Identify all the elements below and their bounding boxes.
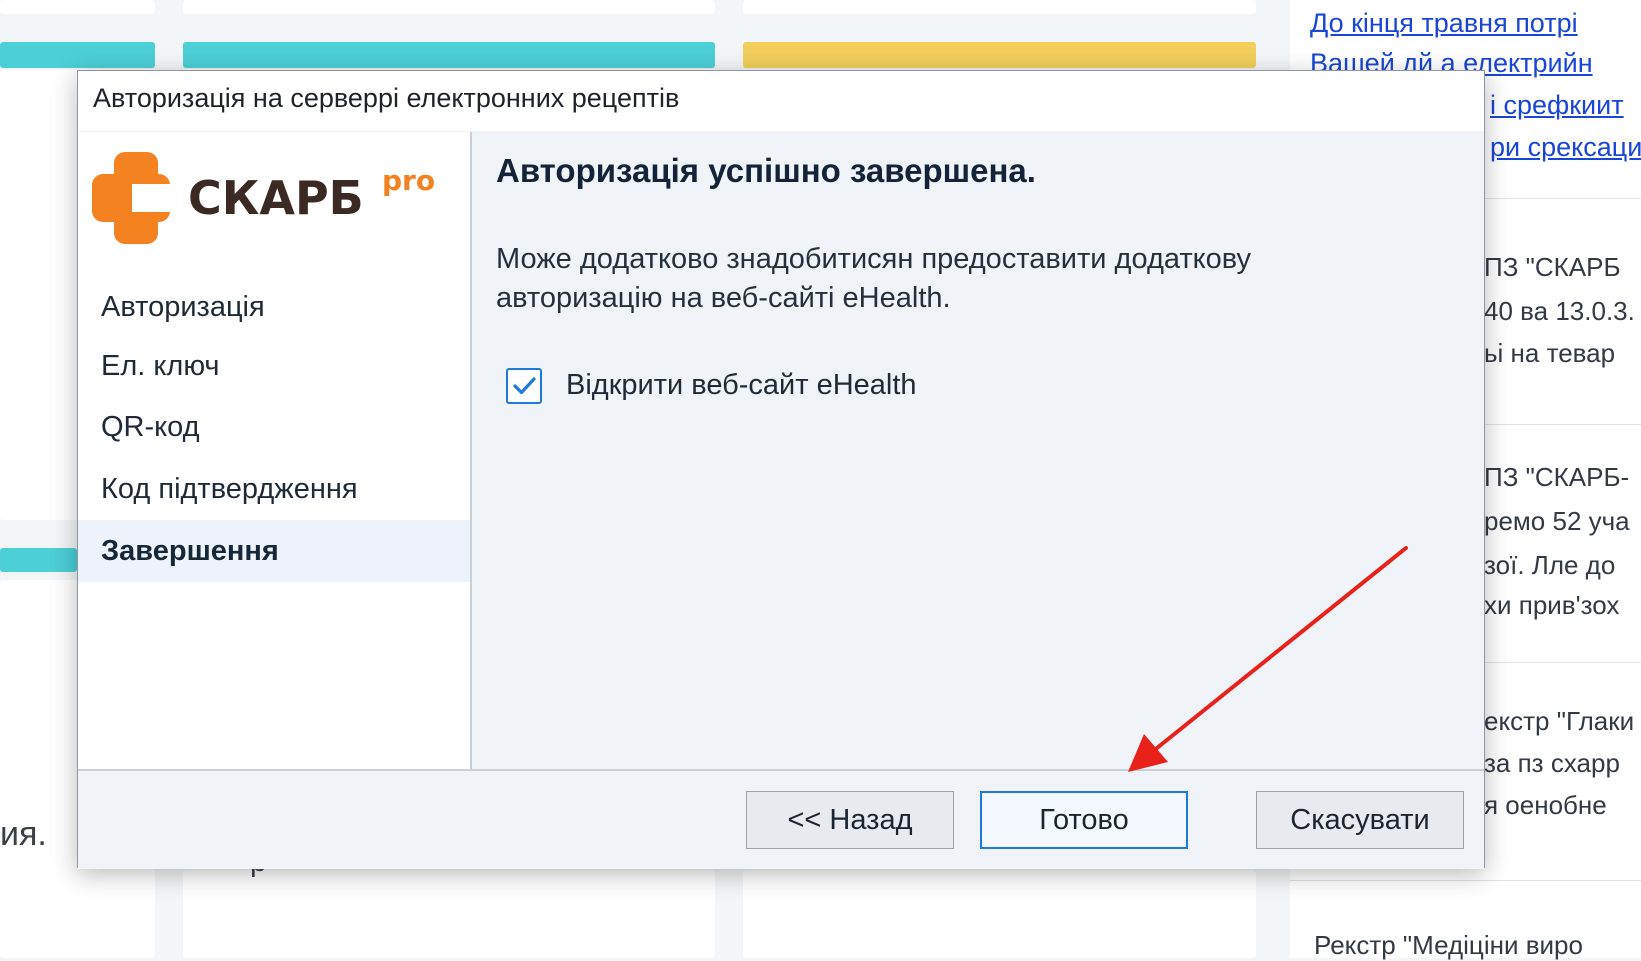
- news-snippet: ПЗ "СКАРБ-: [1484, 462, 1630, 492]
- news-divider: [1480, 662, 1641, 663]
- news-snippet: екстр "Глаки: [1484, 706, 1635, 736]
- cancel-button[interactable]: Скасувати: [1256, 791, 1464, 849]
- background-card: [743, 870, 1256, 958]
- skarb-logo-icon: СКАРБ pro: [92, 152, 435, 244]
- logo-suffix: pro: [382, 164, 435, 197]
- checkbox-label[interactable]: Відкрити веб-сайт eHealth: [566, 369, 917, 402]
- background-card: [183, 0, 715, 14]
- background-bar: [0, 42, 155, 68]
- background-bar: [743, 42, 1256, 68]
- done-button[interactable]: Готово: [980, 791, 1188, 849]
- news-divider: [1290, 880, 1641, 881]
- news-snippet: Рекстр "Медіціни виро: [1314, 930, 1583, 960]
- news-snippet: я оенобне: [1484, 790, 1607, 820]
- skarb-pro-logo: СКАРБ pro: [92, 152, 462, 252]
- nav-item-authorization: Авторизація: [101, 291, 265, 323]
- open-ehealth-checkbox[interactable]: [506, 368, 542, 404]
- background-bar: [183, 42, 715, 68]
- news-snippet: 40 ва 13.0.3.: [1484, 296, 1635, 326]
- news-snippet: ПЗ "СКАРБ: [1484, 252, 1621, 282]
- news-snippet: зої. Лле до: [1484, 550, 1616, 580]
- dialog-footer: << Назад Готово Скасувати: [78, 769, 1484, 869]
- news-link[interactable]: і срефкиит: [1490, 90, 1624, 121]
- news-divider: [1480, 424, 1641, 425]
- nav-item-finish: Завершення: [78, 520, 470, 582]
- background-bar: [0, 548, 77, 572]
- news-divider: [1480, 198, 1641, 199]
- news-link[interactable]: ри срексаци: [1490, 132, 1641, 163]
- news-snippet: ремо 52 уча: [1484, 506, 1630, 536]
- nav-item-confirmation-code: Код підтвердження: [101, 473, 358, 505]
- background-card: [183, 870, 715, 958]
- background-card: [743, 0, 1256, 14]
- nav-item-key: Ел. ключ: [101, 350, 220, 382]
- wizard-sidebar: СКАРБ pro Авторизація Ел. ключ QR-код Ко…: [78, 132, 472, 769]
- checkmark-icon: [513, 377, 536, 395]
- news-snippet: ьі на тевар: [1484, 338, 1616, 368]
- background-card: [0, 0, 155, 14]
- news-link[interactable]: До кінця травня потрі: [1310, 8, 1578, 39]
- dialog-title: Авторизація на серверрі електронних реце…: [93, 83, 680, 113]
- news-snippet: за пз схарр: [1484, 748, 1620, 778]
- back-button[interactable]: << Назад: [746, 791, 954, 849]
- dialog-titlebar[interactable]: Авторизація на серверрі електронних реце…: [78, 71, 1484, 131]
- background-text: ия.: [0, 815, 47, 853]
- logo-text: СКАРБ: [188, 171, 364, 225]
- news-snippet: хи прив'зох: [1484, 590, 1620, 620]
- nav-item-qr-code: QR-код: [101, 411, 200, 443]
- annotation-arrow: [1128, 546, 1408, 772]
- page-title: Авторизація успішно завершена.: [496, 152, 1036, 189]
- description-text: Може додатково знадобитисян предоставити…: [496, 243, 1252, 314]
